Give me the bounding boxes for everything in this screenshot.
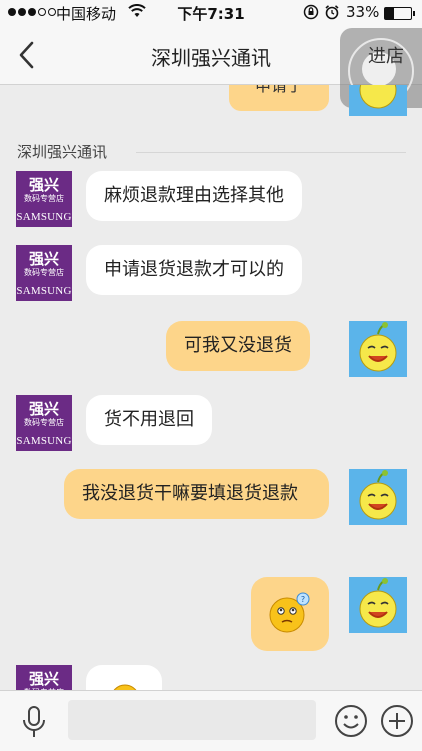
message-input-bar [0, 690, 422, 751]
shop-avatar[interactable]: 强兴 数码专营店 SAMSUNG [16, 395, 72, 451]
emoji-icon[interactable] [334, 704, 368, 738]
chat-message-list[interactable]: 申请了 深圳强兴通讯 强兴 数码专营店 SAMSUNG 麻烦退款理由选择其他 强… [0, 85, 422, 690]
rotation-lock-icon [303, 4, 319, 20]
message-bubble-incoming[interactable]: 麻烦退款理由选择其他 [86, 171, 302, 221]
shop-avatar[interactable]: 强兴 数码专营店 SAMSUNG [16, 245, 72, 301]
navigation-bar: 深圳强兴通讯 进店 [0, 26, 422, 108]
face-emoji-icon [113, 684, 137, 690]
message-input[interactable] [68, 700, 316, 740]
message-bubble-outgoing[interactable]: 我没退货干嘛要填退货退款 [64, 469, 329, 519]
divider [136, 152, 406, 153]
message-bubble-outgoing-emoji[interactable]: ? [251, 577, 329, 651]
my-avatar[interactable] [349, 321, 407, 377]
my-avatar[interactable] [349, 85, 407, 116]
smiley-avatar-icon [359, 470, 397, 520]
shop-avatar[interactable]: 强兴 数码专营店 SAMSUNG [16, 665, 72, 690]
shop-avatar[interactable]: 强兴 数码专营店 SAMSUNG [16, 171, 72, 227]
alarm-icon [325, 5, 339, 20]
my-avatar[interactable] [349, 469, 407, 525]
my-avatar[interactable] [349, 577, 407, 633]
smiley-avatar-icon [359, 85, 397, 109]
smiley-avatar-icon [359, 322, 397, 372]
battery-icon [384, 7, 415, 20]
plus-icon[interactable] [380, 704, 414, 738]
message-bubble-incoming[interactable]: 申请退货退款才可以的 [86, 245, 302, 295]
battery-percent: 33% [346, 3, 380, 21]
message-bubble-incoming[interactable]: 货不用退回 [86, 395, 212, 445]
svg-text:?: ? [301, 595, 305, 604]
message-bubble-incoming-emoji[interactable] [86, 665, 162, 690]
status-bar: 中国移动 下午7:31 33% [0, 0, 422, 26]
message-bubble-outgoing: 申请了 [229, 85, 329, 111]
enter-shop-label: 进店 [368, 46, 404, 67]
microphone-icon[interactable] [20, 705, 48, 739]
confused-face-emoji-icon: ? [269, 592, 310, 633]
sender-name: 深圳强兴通讯 [17, 143, 108, 161]
smiley-avatar-icon [359, 578, 397, 628]
message-bubble-outgoing[interactable]: 可我又没退货 [166, 321, 310, 371]
